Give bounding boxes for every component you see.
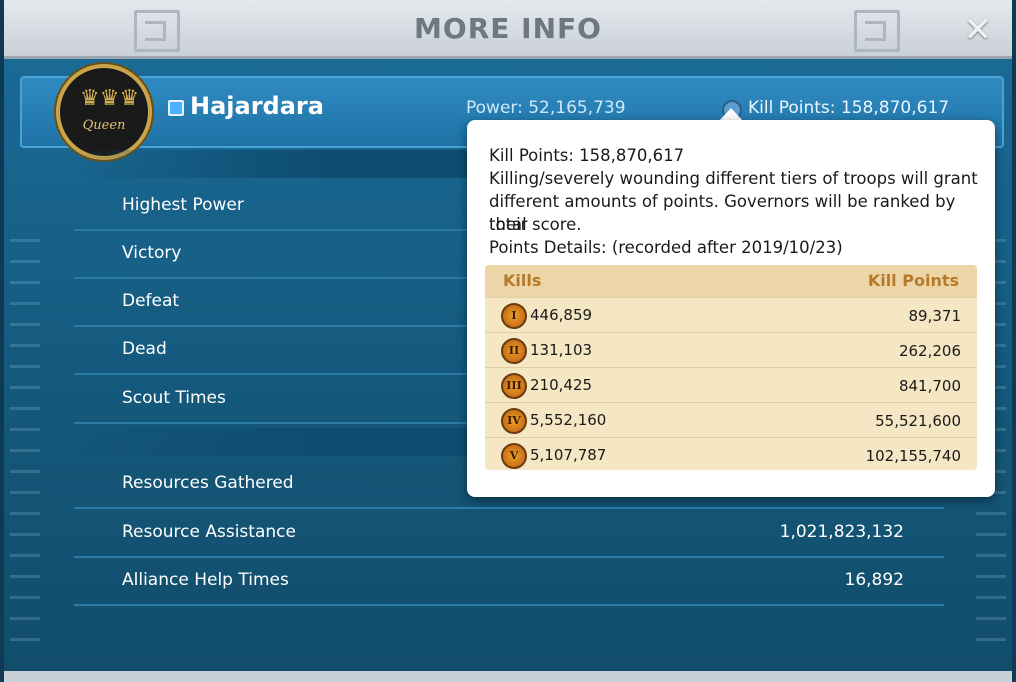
tier-2-icon: II [501, 338, 527, 364]
kill-points-count: 262,206 [898, 342, 961, 360]
governor-name: Hajardara [190, 92, 324, 120]
kill-points-value: Kill Points: 158,870,617 [748, 98, 950, 118]
stat-label: Victory [122, 243, 182, 263]
kills-table: Kills Kill Points I 446,859 89,371 II 13… [485, 265, 977, 470]
stat-label: Dead [122, 339, 167, 359]
table-row: III 210,425 841,700 [485, 367, 977, 402]
stat-row-alliance-help-times: Alliance Help Times 16,892 [74, 558, 944, 606]
stat-label: Scout Times [122, 388, 226, 408]
stat-value: 16,892 [844, 570, 904, 590]
tooltip-title: Kill Points: 158,870,617 [489, 146, 685, 165]
power-value: Power: 52,165,739 [466, 98, 626, 118]
kills-table-header: Kills Kill Points [485, 265, 977, 297]
tier-1-icon: I [501, 303, 527, 329]
stat-label: Defeat [122, 291, 180, 311]
close-icon[interactable]: ✕ [964, 10, 993, 50]
stat-label: Alliance Help Times [122, 570, 289, 590]
kills-count: 5,552,160 [530, 411, 607, 429]
more-info-window: MORE INFO ✕ ♛♛♛ Queen Hajardara Power: 5… [0, 0, 1016, 682]
table-row: II 131,103 262,206 [485, 332, 977, 367]
table-row: IV 5,552,160 55,521,600 [485, 402, 977, 437]
crown-icon: ♛♛♛ [80, 86, 140, 111]
tier-5-icon: V [501, 443, 527, 469]
stat-value: 1,021,823,132 [779, 522, 904, 542]
kill-points-count: 841,700 [898, 377, 961, 395]
tooltip-points-details: Points Details: (recorded after 2019/10/… [489, 238, 843, 257]
side-pattern-left [10, 239, 40, 659]
window-title: MORE INFO [414, 12, 602, 45]
kill-points-tooltip: Kill Points: 158,870,617 Killing/severel… [467, 120, 995, 497]
stat-label: Highest Power [122, 195, 244, 215]
kills-count: 446,859 [530, 306, 593, 324]
tooltip-description: total score. [489, 215, 582, 234]
kills-count: 5,107,787 [530, 446, 607, 464]
kill-points-count: 89,371 [908, 307, 962, 325]
tier-3-icon: III [501, 373, 527, 399]
stat-row-resource-assistance: Resource Assistance 1,021,823,132 [74, 510, 944, 558]
stat-label: Resource Assistance [122, 522, 296, 542]
header-kills: Kills [503, 271, 542, 290]
window-header: MORE INFO ✕ [4, 0, 1012, 59]
copy-name-icon[interactable] [168, 100, 184, 116]
kills-count: 210,425 [530, 376, 593, 394]
tier-4-icon: IV [501, 408, 527, 434]
avatar-label: Queen [82, 118, 126, 133]
header-kill-points: Kill Points [867, 271, 959, 290]
tooltip-description: Killing/severely wounding different tier… [489, 169, 978, 188]
table-row: I 446,859 89,371 [485, 297, 977, 332]
window-bottom-bar [4, 671, 1012, 682]
kill-points-count: 55,521,600 [875, 412, 961, 430]
kills-count: 131,103 [530, 341, 593, 359]
kill-points-count: 102,155,740 [865, 447, 961, 465]
avatar[interactable]: ♛♛♛ Queen [56, 64, 152, 160]
stat-label: Resources Gathered [122, 473, 294, 493]
table-row: V 5,107,787 102,155,740 [485, 437, 977, 470]
